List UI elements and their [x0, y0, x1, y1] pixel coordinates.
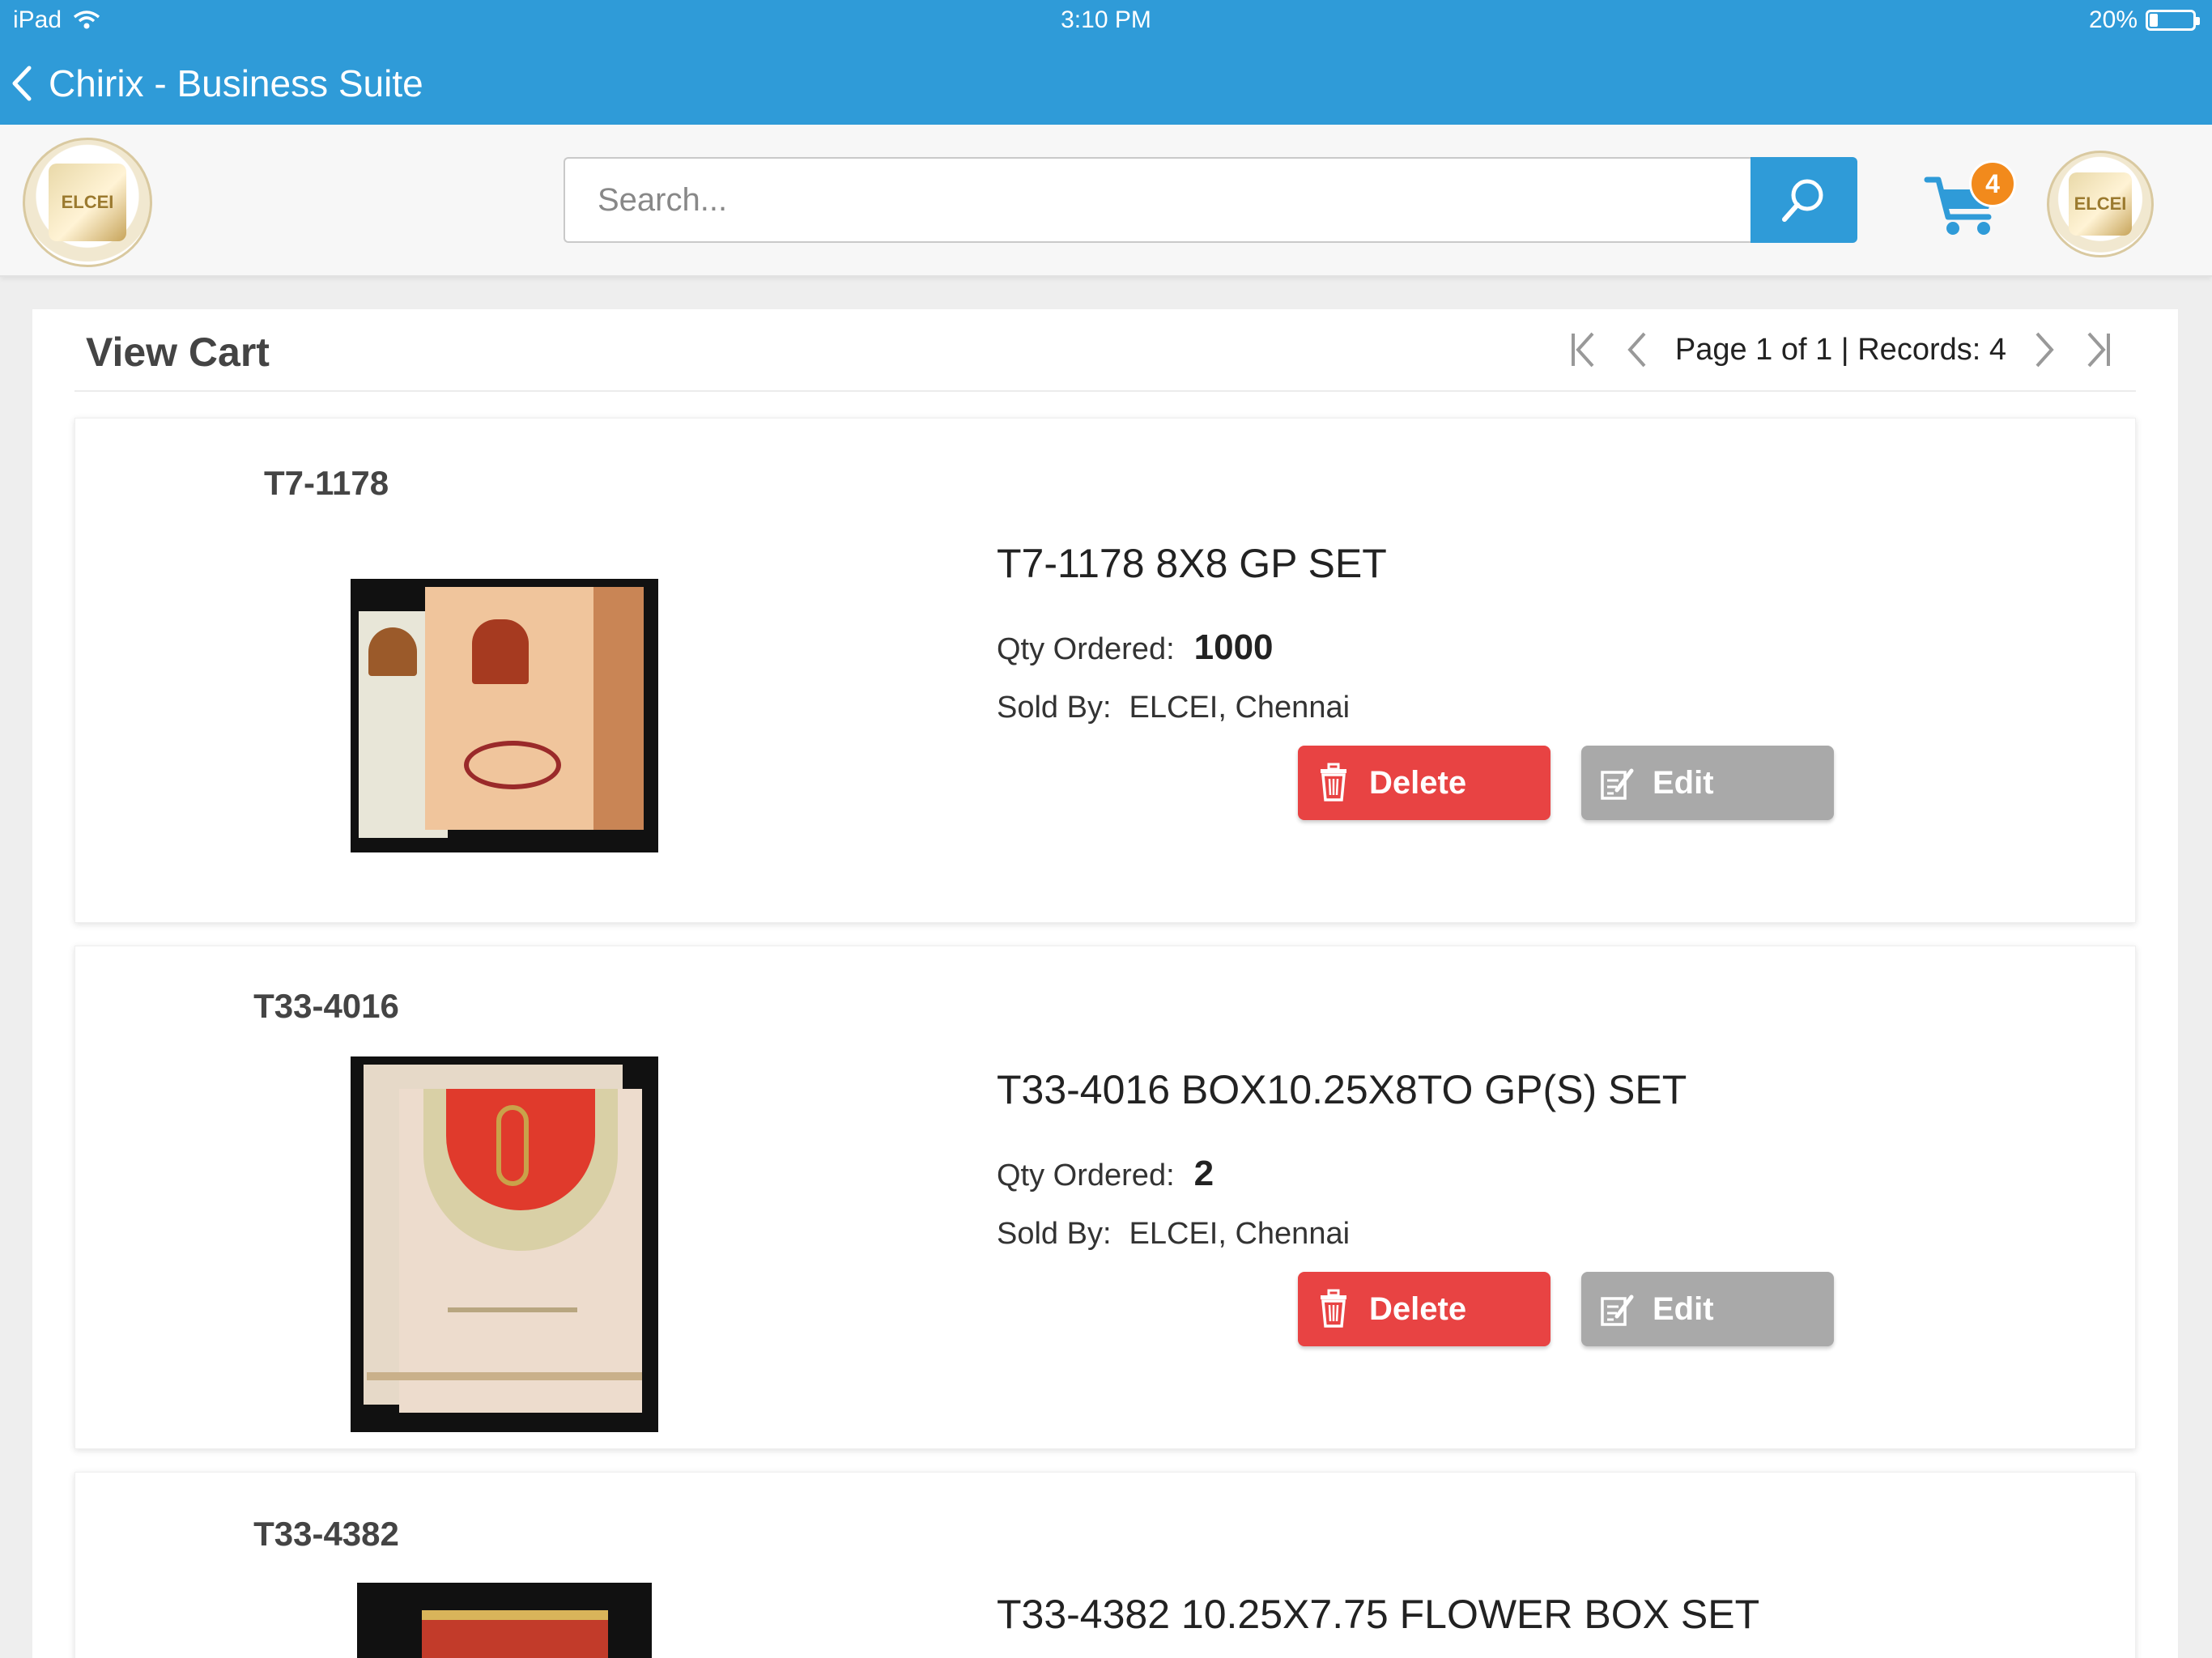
trash-icon	[1321, 763, 1346, 801]
delete-button[interactable]: Delete	[1298, 1272, 1551, 1346]
qty-label: Qty Ordered:	[997, 1158, 1175, 1192]
qty-value: 1000	[1193, 627, 1274, 667]
first-page-icon[interactable]	[1568, 329, 1601, 371]
pagination: Page 1 of 1 | Records: 4	[1568, 329, 2113, 371]
cart-item: T33-4016 T33-4016 BOX10.25X8TO GP(S) SET…	[74, 946, 2136, 1449]
cart-panel: View Cart Page 1 of 1 | Records: 4 T7-11…	[32, 309, 2178, 1658]
edit-icon	[1601, 768, 1634, 800]
search-icon	[1782, 179, 1823, 222]
search-input[interactable]	[564, 157, 1750, 243]
status-time: 3:10 PM	[1061, 6, 1151, 33]
item-code: T33-4382	[253, 1515, 399, 1553]
delete-label: Delete	[1369, 764, 1467, 801]
item-code: T33-4016	[253, 987, 399, 1025]
sold-row: Sold By: ELCEI, Chennai	[997, 691, 1350, 725]
cart-item: T33-4382 T33-4382 10.25X7.75 FLOWER BOX …	[74, 1472, 2136, 1658]
item-name: T33-4016 BOX10.25X8TO GP(S) SET	[997, 1067, 1687, 1112]
item-name: T33-4382 10.25X7.75 FLOWER BOX SET	[997, 1592, 1760, 1637]
sold-row: Sold By: ELCEI, Chennai	[997, 1217, 1350, 1252]
product-image[interactable]	[357, 1583, 652, 1658]
page-title: View Cart	[86, 329, 270, 375]
company-logo[interactable]: ELCEI	[23, 138, 152, 267]
qty-label: Qty Ordered:	[997, 632, 1175, 666]
trash-icon	[1321, 1289, 1346, 1328]
cart-item: T7-1178 T7-1178 8X8 GP SET Qty Ordered: …	[74, 418, 2136, 923]
back-button[interactable]: Chirix - Business Suite	[11, 62, 423, 105]
prev-page-icon[interactable]	[1622, 329, 1654, 371]
status-right: 20%	[2088, 6, 2200, 34]
nav-title: Chirix - Business Suite	[49, 62, 423, 104]
search-button[interactable]	[1750, 157, 1857, 243]
edit-button[interactable]: Edit	[1581, 746, 1834, 820]
seller-value: ELCEI, Chennai	[1129, 1217, 1351, 1251]
qty-row: Qty Ordered: 1000	[997, 627, 1274, 668]
edit-button[interactable]: Edit	[1581, 1272, 1834, 1346]
sold-label: Sold By:	[997, 1217, 1112, 1251]
edit-icon	[1601, 1295, 1634, 1326]
seller-value: ELCEI, Chennai	[1129, 691, 1351, 725]
chevron-left-icon	[12, 66, 32, 101]
cart-count-badge: 4	[1969, 160, 2016, 207]
item-code: T7-1178	[263, 464, 389, 502]
sold-label: Sold By:	[997, 691, 1112, 725]
product-image[interactable]	[351, 1056, 658, 1432]
avatar-logo-mark: ELCEI	[2068, 172, 2133, 236]
qty-value: 2	[1193, 1154, 1214, 1193]
product-image[interactable]	[351, 579, 658, 852]
battery-percent: 20%	[2088, 6, 2138, 33]
next-page-icon[interactable]	[2027, 329, 2060, 371]
title-divider	[74, 390, 2136, 392]
edit-label: Edit	[1653, 1290, 1714, 1327]
delete-button[interactable]: Delete	[1298, 746, 1551, 820]
logo-mark: ELCEI	[49, 164, 126, 241]
cart-button[interactable]: 4	[1924, 160, 2016, 243]
user-avatar[interactable]: ELCEI	[2047, 151, 2154, 257]
pager-text: Page 1 of 1 | Records: 4	[1674, 332, 2006, 367]
top-bar: iPad 3:10 PM 20% Chirix - Business Suite	[0, 0, 2212, 125]
search-bar	[564, 157, 1857, 243]
battery-icon	[2146, 10, 2200, 31]
delete-label: Delete	[1369, 1290, 1467, 1327]
qty-row: Qty Ordered: 2	[997, 1154, 1214, 1194]
item-name: T7-1178 8X8 GP SET	[997, 541, 1387, 586]
last-page-icon[interactable]	[2081, 329, 2113, 371]
edit-label: Edit	[1653, 764, 1714, 801]
